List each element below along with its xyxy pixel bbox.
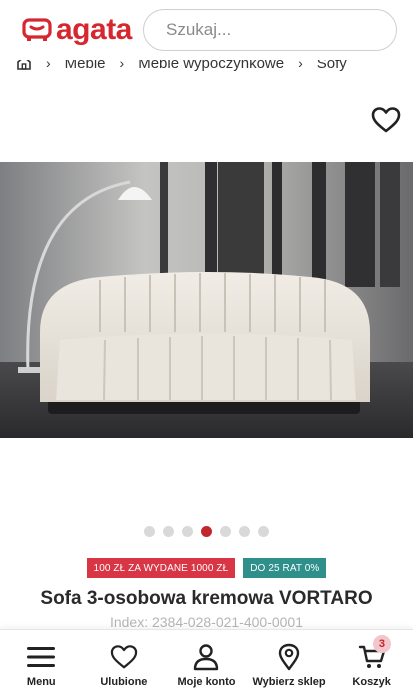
product-image[interactable] — [0, 162, 413, 438]
search-box[interactable] — [143, 9, 397, 51]
nav-label: Koszyk — [352, 676, 391, 688]
gallery-dot[interactable] — [220, 526, 231, 537]
bottom-nav: Menu Ulubione Moje konto Wybierz sklep 3… — [0, 629, 413, 699]
gallery-dot[interactable] — [163, 526, 174, 537]
gallery-pagination — [0, 526, 413, 537]
gallery-dot[interactable] — [239, 526, 250, 537]
nav-label: Moje konto — [177, 676, 236, 688]
wishlist-heart-icon[interactable] — [371, 106, 401, 134]
gallery-dot[interactable] — [258, 526, 269, 537]
product-title: Sofa 3-osobowa kremowa VORTARO — [40, 588, 373, 609]
nav-label: Wybierz sklep — [252, 676, 326, 688]
map-pin-icon — [278, 643, 300, 671]
header: agata — [0, 0, 413, 60]
promo-badges: 100 ZŁ ZA WYDANE 1000 ZŁ DO 25 RAT 0% — [0, 558, 413, 578]
gallery-dot[interactable] — [182, 526, 193, 537]
logo[interactable]: agata — [22, 15, 132, 45]
search-input[interactable] — [166, 20, 387, 40]
user-icon — [194, 644, 219, 671]
promo-badge[interactable]: 100 ZŁ ZA WYDANE 1000 ZŁ — [86, 558, 236, 578]
installments-badge[interactable]: DO 25 RAT 0% — [243, 558, 327, 578]
nav-label: Ulubione — [100, 676, 148, 688]
product-index: Index: 2384-028-021-400-0001 — [109, 614, 304, 630]
heart-icon — [110, 645, 138, 669]
nav-cart[interactable]: 3 Koszyk — [330, 630, 413, 699]
cart-count-badge: 3 — [372, 635, 391, 653]
menu-icon — [27, 647, 56, 667]
nav-choose-store[interactable]: Wybierz sklep — [248, 630, 331, 699]
nav-favorites[interactable]: Ulubione — [83, 630, 166, 699]
sofa-logo-icon — [22, 18, 52, 41]
nav-account[interactable]: Moje konto — [165, 630, 248, 699]
gallery-dot[interactable] — [144, 526, 155, 537]
gallery-dot-active[interactable] — [201, 526, 212, 537]
nav-menu[interactable]: Menu — [0, 630, 83, 699]
logo-text: agata — [56, 13, 132, 46]
nav-label: Menu — [26, 676, 56, 688]
product-page: agata › Meble › Meble wypoczynkowe › Sof… — [0, 0, 413, 699]
